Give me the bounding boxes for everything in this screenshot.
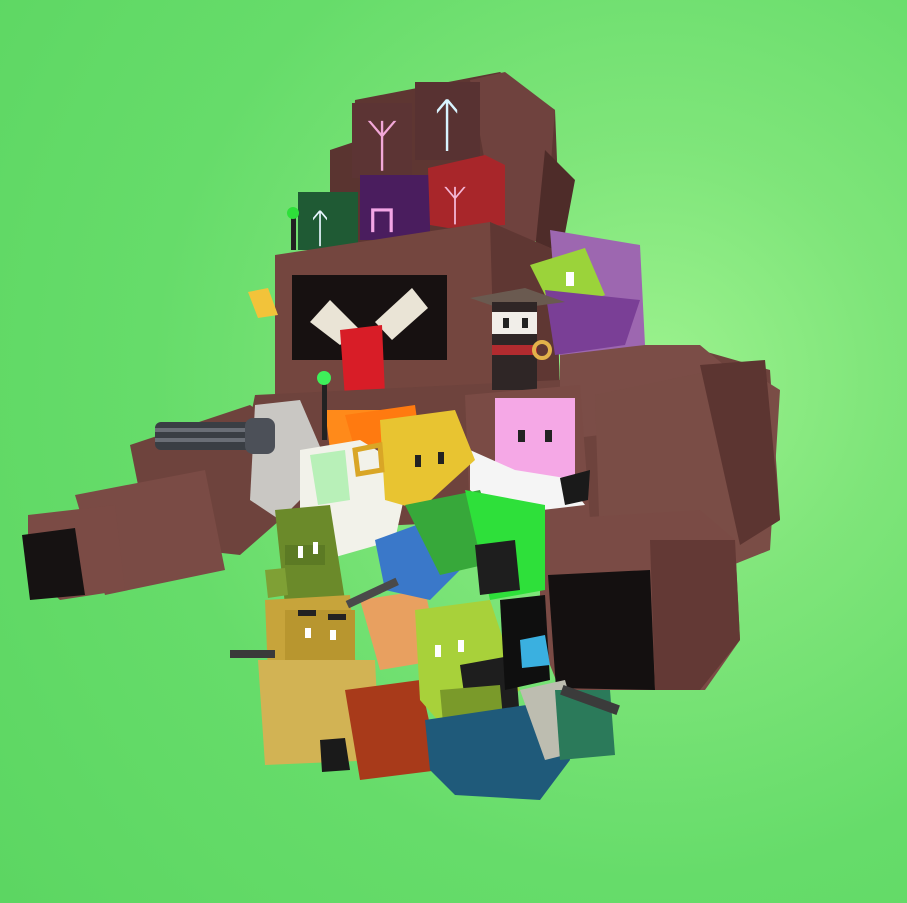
rune-block-top-left: ᛉ (352, 103, 412, 179)
rune-block-purple: ⊓ (360, 175, 430, 241)
rune-glyph: ᛏ (308, 206, 332, 252)
rune-glyph: ⊓ (367, 197, 397, 241)
golem-nose (340, 325, 385, 398)
left-fist-dark (22, 528, 85, 600)
right-fist-dark (548, 570, 655, 690)
rune-block-top-right: ᛏ (415, 82, 480, 160)
rune-glyph: ᛉ (442, 181, 467, 230)
voxel-scene: ᛉ ᛏ ᛏ ⊓ ᛉ (22, 72, 780, 800)
rune-glyph: ᛏ (430, 91, 465, 159)
rune-glyph: ᛉ (365, 114, 399, 179)
game-viewport[interactable]: ᛉ ᛏ ᛏ ⊓ ᛉ (0, 0, 907, 903)
yellow-tube (248, 288, 278, 318)
minigun-icon (155, 418, 275, 454)
rune-block-red: ᛉ (428, 155, 505, 230)
rune-block-green: ᛏ (298, 192, 358, 252)
